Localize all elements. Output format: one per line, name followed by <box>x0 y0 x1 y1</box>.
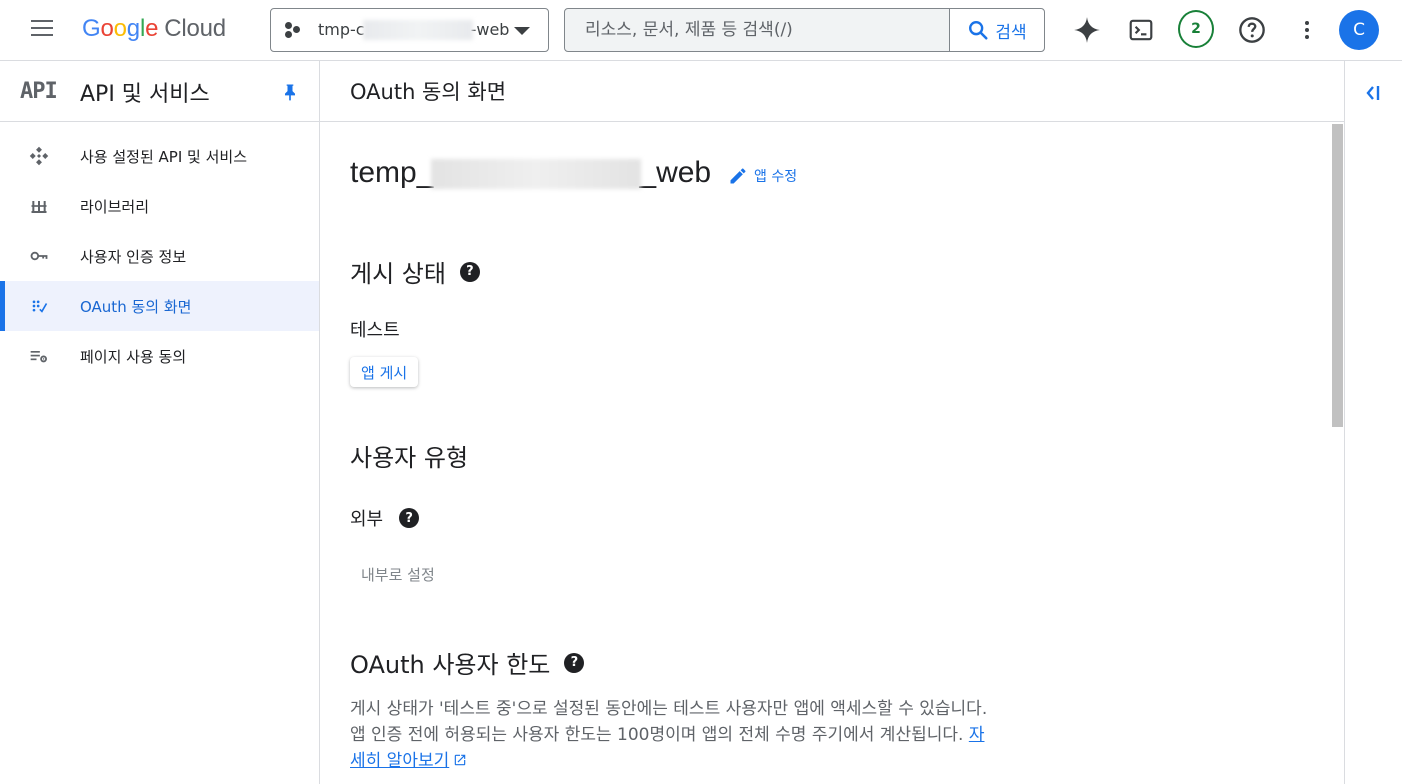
main-menu-icon[interactable] <box>31 20 55 40</box>
sidebar-item-label: 라이브러리 <box>80 198 150 216</box>
project-hub-icon <box>285 20 305 40</box>
section-title: OAuth 사용자 한도 <box>350 651 551 679</box>
publish-app-button[interactable]: 앱 게시 <box>350 357 419 387</box>
api-logo-icon: API <box>20 79 58 104</box>
library-icon <box>31 201 47 213</box>
sidebar-item-enabled-apis[interactable]: 사용 설정된 API 및 서비스 <box>0 131 319 181</box>
right-panel-rail <box>1344 61 1402 784</box>
enabled-apis-icon <box>29 146 49 166</box>
sidebar: API API 및 서비스 사용 설정된 API 및 서비스 라이브러리 사용자… <box>0 61 320 784</box>
user-cap-heading: OAuth 사용자 한도 ? <box>350 645 585 680</box>
chevron-down-icon <box>514 27 530 35</box>
search-button-label: 검색 <box>995 22 1027 43</box>
page-title: OAuth 동의 화면 <box>350 80 507 104</box>
project-name: tmp-c -web <box>318 19 510 41</box>
key-icon <box>30 251 48 261</box>
help-icon[interactable]: ? <box>399 508 420 528</box>
cloud-shell-icon[interactable] <box>1123 12 1159 48</box>
edit-app-button[interactable]: 앱 수정 <box>728 166 797 186</box>
publish-status-value: 테스트 <box>350 320 400 341</box>
user-type-value: 외부 <box>350 509 384 530</box>
section-title: 게시 상태 <box>350 260 446 288</box>
gemini-sparkle-icon[interactable] <box>1069 12 1105 48</box>
make-internal-button[interactable]: 내부로 설정 <box>350 558 446 590</box>
sidebar-item-library[interactable]: 라이브러리 <box>0 181 319 231</box>
user-type-heading: 사용자 유형 <box>350 438 468 473</box>
redacted-region <box>431 159 642 190</box>
search-button[interactable]: 검색 <box>949 9 1044 51</box>
avatar-letter: C <box>1353 20 1365 40</box>
sidebar-item-label: 사용자 인증 정보 <box>80 248 187 266</box>
scrollbar[interactable] <box>1330 122 1343 784</box>
user-cap-description: 게시 상태가 '테스트 중'으로 설정된 동안에는 테스트 사용자만 앱에 액세… <box>350 699 988 771</box>
edit-app-label: 앱 수정 <box>754 169 798 185</box>
open-in-new-icon <box>455 754 466 766</box>
search-input[interactable] <box>565 9 949 51</box>
page-header: OAuth 동의 화면 <box>320 61 1344 122</box>
help-icon[interactable]: ? <box>564 652 585 673</box>
account-avatar[interactable]: C <box>1339 10 1379 50</box>
help-icon[interactable] <box>1234 12 1270 48</box>
publish-status-heading: 게시 상태 ? <box>350 254 480 289</box>
edit-icon <box>730 168 746 184</box>
google-cloud-logo[interactable]: Google Cloud <box>82 15 226 43</box>
redacted-region <box>362 20 473 41</box>
search-box: 검색 <box>564 8 1045 52</box>
sidebar-item-label: 페이지 사용 동의 <box>80 348 187 366</box>
collapse-panel-icon[interactable] <box>1361 81 1385 105</box>
section-title: 사용자 유형 <box>350 444 469 472</box>
sidebar-item-label: 사용 설정된 API 및 서비스 <box>80 148 248 166</box>
notification-count: 2 <box>1178 10 1214 48</box>
pin-icon[interactable] <box>280 81 300 103</box>
page-usage-icon <box>30 351 47 363</box>
sidebar-title: API 및 서비스 <box>80 82 210 107</box>
sidebar-item-page-usage[interactable]: 페이지 사용 동의 <box>0 331 319 381</box>
more-vert-icon[interactable] <box>1289 12 1325 48</box>
app-name: temp_ _web <box>350 156 712 190</box>
oauth-consent-icon <box>32 300 48 313</box>
search-icon <box>969 21 988 40</box>
main-content: temp_ _web 앱 수정 게시 상태 ? 테스트 앱 게시 사용자 유형 외… <box>320 122 1344 784</box>
top-bar: GoogleCloud tmp-c-web 검색 2 C <box>0 0 1402 61</box>
project-picker[interactable]: tmp-c -web <box>270 8 549 52</box>
help-icon[interactable]: ? <box>459 261 480 282</box>
notifications-badge[interactable]: 2 <box>1178 10 1214 48</box>
user-type-row: 외부 ? <box>350 505 420 531</box>
sidebar-item-credentials[interactable]: 사용자 인증 정보 <box>0 231 319 281</box>
sidebar-item-oauth-consent[interactable]: OAuth 동의 화면 <box>0 281 319 331</box>
sidebar-header: API API 및 서비스 <box>0 61 319 122</box>
scroll-thumb[interactable] <box>1332 124 1343 427</box>
sidebar-item-label: OAuth 동의 화면 <box>80 298 192 316</box>
